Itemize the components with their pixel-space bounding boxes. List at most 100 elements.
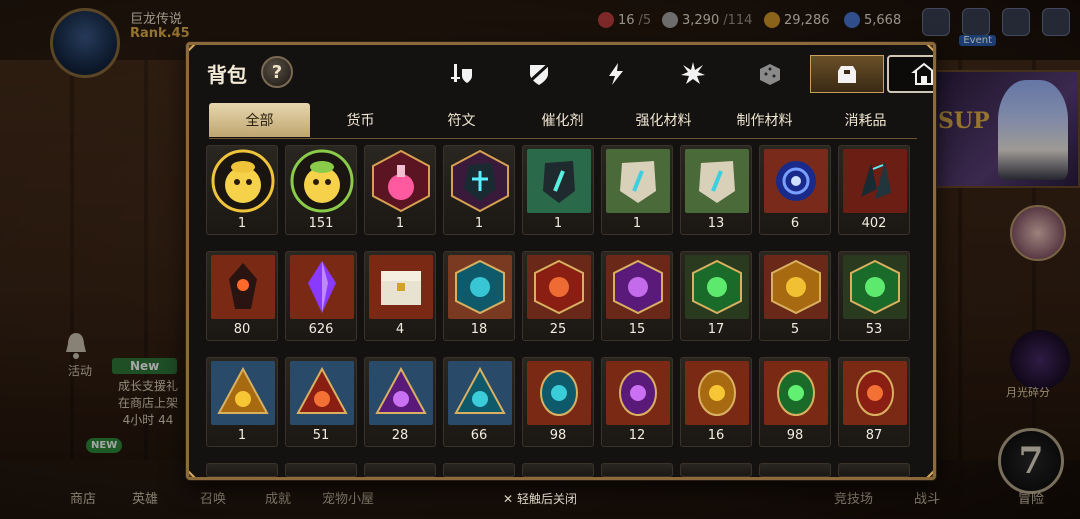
item-quantity: 1 [632, 216, 642, 231]
tri-purple-icon [369, 361, 433, 425]
item-quantity: 1 [553, 216, 563, 231]
item-quantity: 12 [628, 428, 646, 443]
dice-icon [760, 64, 780, 85]
filter-burst[interactable] [656, 55, 730, 93]
item-quantity: 6 [790, 216, 800, 231]
inventory-slot[interactable]: 80 [206, 251, 278, 341]
inventory-slot[interactable]: 18 [443, 251, 515, 341]
tab-currency[interactable]: 货币 [310, 103, 411, 137]
inventory-slot[interactable]: 98 [522, 357, 594, 447]
help-button[interactable]: ? [261, 56, 293, 88]
inventory-slot[interactable]: 53 [838, 251, 910, 341]
category-filter-bar [425, 55, 933, 93]
item-quantity: 66 [470, 428, 488, 443]
oval-gold-icon [685, 361, 749, 425]
item-quantity: 53 [865, 322, 883, 337]
inventory-slot[interactable]: 28 [364, 357, 436, 447]
tab-enhance-materials[interactable]: 强化材料 [613, 103, 714, 137]
close-hint[interactable]: ✕ 轻触后关闭 [0, 490, 1080, 507]
beige-rune-stone-icon [606, 149, 670, 213]
item-quantity: 98 [786, 428, 804, 443]
purple-crystal-icon [290, 255, 354, 319]
filter-broken-shield[interactable] [502, 55, 576, 93]
filter-equipment[interactable] [425, 55, 499, 93]
category-tabs: 全部 货币 符文 催化剂 强化材料 制作材料 消耗品 [209, 103, 917, 139]
filter-dice[interactable] [733, 55, 807, 93]
hex-green-b-icon [843, 255, 907, 319]
item-quantity: 87 [865, 428, 883, 443]
filter-catalyst[interactable] [579, 55, 653, 93]
inventory-slot[interactable]: 1 [206, 357, 278, 447]
potion-icon [369, 149, 433, 213]
inventory-slot[interactable]: 51 [285, 357, 357, 447]
inventory-slot[interactable]: 5 [759, 251, 831, 341]
item-quantity: 13 [707, 216, 725, 231]
tab-crafting-materials[interactable]: 制作材料 [714, 103, 815, 137]
item-quantity: 626 [308, 322, 334, 337]
inventory-slot[interactable]: 402 [838, 145, 910, 235]
inventory-slot[interactable]: 1 [364, 145, 436, 235]
burst-icon [681, 62, 705, 84]
item-quantity: 98 [549, 428, 567, 443]
inventory-slot-partial[interactable] [206, 463, 278, 477]
beige-rune-stone-b-icon [685, 149, 749, 213]
panel-header: 背包 ? [189, 45, 933, 99]
inventory-slot-partial[interactable] [759, 463, 831, 477]
red-dark-gem-icon [211, 255, 275, 319]
oval-cyan-icon [527, 361, 591, 425]
inventory-slot-partial[interactable] [680, 463, 752, 477]
inventory-slot-partial[interactable] [364, 463, 436, 477]
inventory-slot-partial[interactable] [285, 463, 357, 477]
inventory-slot[interactable]: 13 [680, 145, 752, 235]
frame-corner [925, 469, 933, 477]
item-quantity: 4 [395, 322, 405, 337]
item-quantity: 18 [470, 322, 488, 337]
item-quantity: 15 [628, 322, 646, 337]
inventory-slot-partial[interactable] [838, 463, 910, 477]
tri-red-icon [290, 361, 354, 425]
oval-green-icon [764, 361, 828, 425]
inventory-slot[interactable]: 1 [443, 145, 515, 235]
hamster-green-icon [290, 149, 354, 213]
tab-catalyst[interactable]: 催化剂 [512, 103, 613, 137]
item-quantity: 25 [549, 322, 567, 337]
inventory-slot[interactable]: 1 [601, 145, 673, 235]
inventory-slot[interactable]: 6 [759, 145, 831, 235]
hex-red-icon [527, 255, 591, 319]
inventory-slot[interactable]: 87 [838, 357, 910, 447]
hex-purple-icon [606, 255, 670, 319]
inventory-slot[interactable]: 151 [285, 145, 357, 235]
inventory-slot[interactable]: 25 [522, 251, 594, 341]
house-icon [911, 62, 933, 85]
inventory-slot[interactable]: 15 [601, 251, 673, 341]
inventory-slot[interactable]: 4 [364, 251, 436, 341]
tab-consumables[interactable]: 消耗品 [815, 103, 916, 137]
item-quantity: 1 [474, 216, 484, 231]
inventory-slot[interactable]: 17 [680, 251, 752, 341]
blue-swirl-orb-icon [764, 149, 828, 213]
frame-corner [189, 469, 197, 477]
inventory-slot-partial[interactable] [522, 463, 594, 477]
inventory-slot[interactable]: 1 [522, 145, 594, 235]
hex-cyan-icon [448, 255, 512, 319]
item-quantity: 151 [308, 216, 334, 231]
inventory-slot[interactable]: 66 [443, 357, 515, 447]
item-quantity: 1 [237, 216, 247, 231]
item-quantity: 28 [391, 428, 409, 443]
inventory-slot-partial[interactable] [601, 463, 673, 477]
green-rune-stone-icon [527, 149, 591, 213]
item-quantity: 17 [707, 322, 725, 337]
inventory-slot[interactable]: 626 [285, 251, 357, 341]
inventory-slot[interactable]: 16 [680, 357, 752, 447]
tab-all[interactable]: 全部 [209, 103, 310, 137]
tab-runes[interactable]: 符文 [411, 103, 512, 137]
inventory-slot[interactable]: 1 [206, 145, 278, 235]
oval-purple-icon [606, 361, 670, 425]
filter-house[interactable] [887, 55, 933, 93]
inventory-slot-partial[interactable] [443, 463, 515, 477]
dark-crystal-icon [448, 149, 512, 213]
filter-bag-selected[interactable] [810, 55, 884, 93]
inventory-slot[interactable]: 98 [759, 357, 831, 447]
broken-shield-icon [526, 61, 552, 85]
inventory-slot[interactable]: 12 [601, 357, 673, 447]
